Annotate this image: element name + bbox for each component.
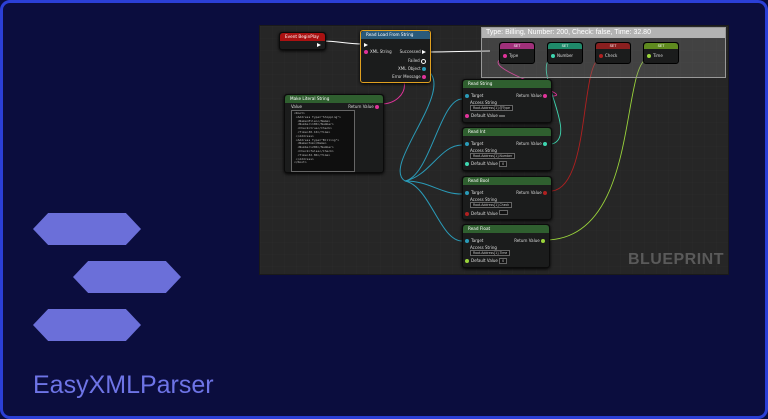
object-pin-icon[interactable] bbox=[465, 239, 469, 243]
pin-error-message: Error Message bbox=[392, 74, 421, 79]
hexagon-shape-2 bbox=[73, 261, 181, 293]
exec-pin-icon[interactable] bbox=[317, 43, 321, 47]
set-number-node[interactable]: SET Number bbox=[547, 42, 583, 64]
exec-out-icon[interactable] bbox=[421, 58, 426, 64]
read-bool-node[interactable]: Read Bool Target Return Value Access Str… bbox=[462, 176, 552, 220]
pin-xml-object: XML Object bbox=[398, 66, 421, 71]
return-value-label: Return Value bbox=[516, 141, 542, 146]
default-value-label: Default Value bbox=[471, 211, 498, 216]
pin-return-value: Return Value bbox=[348, 104, 374, 109]
access-string-field[interactable]: Root.Address[1].Check bbox=[470, 202, 513, 208]
read-int-node[interactable]: Read Int Target Return Value Access Stri… bbox=[462, 127, 552, 171]
string-pin-icon[interactable] bbox=[543, 94, 547, 98]
default-value-label: Default Value bbox=[471, 161, 498, 166]
default-value-field[interactable]: 0 bbox=[499, 258, 508, 264]
xml-string-textbox[interactable]: <Root> <Address Type="Shipping"> <Name>E… bbox=[291, 110, 355, 172]
exec-in-icon[interactable] bbox=[364, 43, 368, 47]
default-value-field[interactable] bbox=[499, 115, 506, 117]
float-pin-icon[interactable] bbox=[465, 259, 469, 263]
read-bool-title: Read Bool bbox=[463, 177, 551, 185]
string-pin-icon[interactable] bbox=[465, 114, 469, 118]
app-title: EasyXMLParser bbox=[33, 371, 214, 399]
event-node-title: Event BeginPlay bbox=[280, 33, 325, 41]
bool-pin-icon[interactable] bbox=[543, 191, 547, 195]
target-label: Target bbox=[471, 190, 484, 195]
bool-pin-icon[interactable] bbox=[599, 54, 603, 58]
int-pin-icon[interactable] bbox=[551, 54, 555, 58]
read-string-node[interactable]: Read String Target Return Value Access S… bbox=[462, 79, 552, 123]
target-label: Target bbox=[471, 93, 484, 98]
target-label: Target bbox=[471, 141, 484, 146]
pin-value: Value bbox=[291, 104, 302, 109]
exec-out-icon[interactable] bbox=[422, 50, 426, 54]
pin-failed: Failed bbox=[408, 58, 420, 63]
pin-xml-string: XML String bbox=[370, 49, 392, 54]
comment-box[interactable]: Type: Billing, Number: 200, Check: false… bbox=[481, 27, 726, 78]
read-int-title: Read Int bbox=[463, 128, 551, 136]
blueprint-watermark: BLUEPRINT bbox=[627, 251, 724, 268]
float-pin-icon[interactable] bbox=[541, 239, 545, 243]
return-value-label: Return Value bbox=[514, 238, 540, 243]
object-pin-icon[interactable] bbox=[422, 67, 426, 71]
string-pin-icon[interactable] bbox=[364, 50, 368, 54]
object-pin-icon[interactable] bbox=[465, 142, 469, 146]
set-pin-type: Type bbox=[509, 53, 519, 58]
access-string-field[interactable]: Root.Address[1].@Type bbox=[470, 105, 513, 111]
set-node-title: SET bbox=[596, 43, 630, 49]
read-float-node[interactable]: Read Float Target Return Value Access St… bbox=[462, 224, 550, 268]
read-load-node[interactable]: Read Load From String XML String Success… bbox=[360, 30, 431, 83]
read-float-title: Read Float bbox=[463, 225, 549, 233]
set-pin-time: Time bbox=[653, 53, 663, 58]
set-node-title: SET bbox=[548, 43, 582, 49]
hexagon-shape-1 bbox=[33, 213, 141, 245]
object-pin-icon[interactable] bbox=[465, 191, 469, 195]
set-type-node[interactable]: SET Type bbox=[499, 42, 535, 64]
pin-successed: Successed bbox=[399, 49, 421, 54]
float-pin-icon[interactable] bbox=[647, 54, 651, 58]
string-node-title: Make Literal String bbox=[285, 95, 383, 103]
read-string-title: Read String bbox=[463, 80, 551, 88]
default-value-field[interactable]: 0 bbox=[499, 161, 508, 167]
int-pin-icon[interactable] bbox=[465, 162, 469, 166]
return-value-label: Return Value bbox=[516, 93, 542, 98]
event-beginplay-node[interactable]: Event BeginPlay bbox=[279, 32, 326, 50]
bool-pin-icon[interactable] bbox=[465, 212, 469, 216]
set-node-title: SET bbox=[500, 43, 534, 49]
blueprint-screenshot: Event BeginPlay Read Load From String XM… bbox=[259, 25, 729, 275]
hexagon-shape-3 bbox=[33, 309, 141, 341]
set-pin-check: Check bbox=[605, 53, 618, 58]
default-value-checkbox[interactable] bbox=[499, 210, 509, 215]
make-literal-string-node[interactable]: Make Literal String Value Return Value <… bbox=[284, 94, 384, 173]
set-pin-number: Number bbox=[557, 53, 574, 58]
int-pin-icon[interactable] bbox=[543, 142, 547, 146]
set-time-node[interactable]: SET Time bbox=[643, 42, 679, 64]
target-label: Target bbox=[471, 238, 484, 243]
default-value-label: Default Value bbox=[471, 258, 498, 263]
read-load-title: Read Load From String bbox=[361, 31, 430, 39]
default-value-label: Default Value bbox=[471, 113, 498, 118]
object-pin-icon[interactable] bbox=[465, 94, 469, 98]
string-pin-icon[interactable] bbox=[375, 105, 379, 109]
set-check-node[interactable]: SET Check bbox=[595, 42, 631, 64]
access-string-field[interactable]: Root.Address[1].Number bbox=[470, 153, 516, 159]
string-pin-icon[interactable] bbox=[503, 54, 507, 58]
access-string-field[interactable]: Root.Address[1].Time bbox=[470, 250, 511, 256]
comment-title: Type: Billing, Number: 200, Check: false… bbox=[482, 28, 725, 38]
set-node-title: SET bbox=[644, 43, 678, 49]
return-value-label: Return Value bbox=[516, 190, 542, 195]
string-pin-icon[interactable] bbox=[422, 75, 426, 79]
